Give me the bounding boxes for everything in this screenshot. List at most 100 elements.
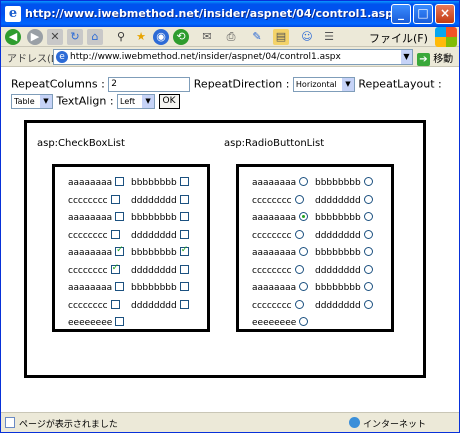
title-bar[interactable]: e http://www.iwebmethod.net/insider/aspn… [1, 1, 459, 27]
checkboxlist-item[interactable]: aaaaaaaa [68, 245, 125, 258]
go-button[interactable]: ➔ 移動 [417, 50, 453, 66]
checkbox[interactable] [179, 299, 189, 309]
discuss-icon[interactable]: ▤ [273, 29, 289, 45]
radio-button[interactable] [363, 229, 373, 239]
radio-button[interactable] [363, 247, 373, 256]
radio-button[interactable] [294, 299, 304, 309]
refresh-icon[interactable]: ↻ [67, 29, 83, 45]
radio-button[interactable] [294, 229, 304, 239]
radiolist-item[interactable]: aaaaaaaa [252, 247, 309, 258]
checkbox[interactable] [115, 212, 125, 221]
back-icon[interactable]: ◀ [5, 29, 21, 45]
checkboxlist-item[interactable]: bbbbbbbb [131, 177, 189, 188]
radio-button[interactable] [363, 194, 373, 204]
ok-button[interactable]: OK [158, 94, 180, 109]
checkboxlist-item[interactable]: aaaaaaaa [68, 282, 125, 293]
radio-button[interactable] [294, 264, 304, 274]
checkboxlist-item-label: cccccccc [68, 195, 108, 206]
favorites-icon[interactable]: ★ [133, 29, 149, 45]
checkbox[interactable] [179, 245, 189, 256]
checkbox[interactable] [110, 194, 120, 204]
messenger-icon[interactable]: ☺ [299, 29, 315, 45]
checkbox[interactable] [115, 282, 125, 291]
checkboxlist-item[interactable]: dddddddd [131, 194, 189, 206]
radio-button[interactable] [363, 264, 373, 274]
checkboxlist-item[interactable]: dddddddd [131, 299, 189, 311]
checkbox[interactable] [115, 317, 125, 326]
checkboxlist-item[interactable]: cccccccc [68, 194, 120, 206]
minimize-button[interactable]: _ [391, 4, 411, 24]
research-icon[interactable]: ☰ [321, 29, 337, 45]
address-input[interactable]: e http://www.iwebmethod.net/insider/aspn… [53, 49, 413, 65]
radio-button[interactable] [299, 282, 309, 291]
radiolist-item[interactable]: cccccccc [252, 229, 304, 241]
radiolist-item[interactable]: bbbbbbbb [315, 177, 373, 188]
edit-icon[interactable]: ✎ [249, 29, 265, 45]
checkboxlist-item[interactable]: bbbbbbbb [131, 282, 189, 293]
checkbox[interactable] [179, 212, 189, 221]
checkboxlist-item[interactable]: cccccccc [68, 229, 120, 241]
radio-button[interactable] [299, 317, 309, 326]
radiolist-item[interactable]: bbbbbbbb [315, 247, 373, 258]
radio-button[interactable] [299, 247, 309, 256]
radiolist-item[interactable]: bbbbbbbb [315, 282, 373, 293]
repeat-columns-input[interactable]: 2 [108, 77, 191, 92]
text-align-select[interactable]: Left ▼ [117, 94, 156, 109]
address-dropdown-icon[interactable]: ▼ [401, 50, 412, 64]
radio-button[interactable] [294, 194, 304, 204]
checkbox[interactable] [115, 245, 125, 256]
checkboxlist-item[interactable]: eeeeeeee [68, 317, 125, 328]
forward-icon[interactable]: ▶ [27, 29, 43, 45]
checkboxlist-item[interactable]: bbbbbbbb [131, 245, 189, 258]
mail-icon[interactable]: ✉ [199, 29, 215, 45]
radiolist-item[interactable]: dddddddd [315, 229, 373, 241]
radiolist-item[interactable]: aaaaaaaa [252, 177, 309, 188]
radiolist-item[interactable]: aaaaaaaa [252, 282, 309, 293]
radio-button[interactable] [363, 299, 373, 309]
home-icon[interactable]: ⌂ [87, 29, 103, 45]
checkboxlist-item[interactable]: dddddddd [131, 229, 189, 241]
checkbox[interactable] [179, 264, 189, 274]
radiolist-item[interactable]: cccccccc [252, 194, 304, 206]
checkboxlist-item-label: eeeeeeee [68, 318, 113, 328]
radiolist-item[interactable]: cccccccc [252, 299, 304, 311]
checkboxlist-item[interactable]: bbbbbbbb [131, 212, 189, 223]
radio-button[interactable] [363, 282, 373, 291]
checkboxlist-item[interactable]: cccccccc [68, 263, 120, 276]
close-button[interactable]: × [435, 4, 455, 24]
checkboxlist-item-label: dddddddd [131, 265, 177, 276]
checkboxlist-item[interactable]: aaaaaaaa [68, 212, 125, 223]
checkboxlist-item-label: dddddddd [131, 300, 177, 311]
checkbox[interactable] [179, 177, 189, 186]
menu-file[interactable]: ファイル(F) [369, 30, 428, 46]
radiolist-item[interactable]: bbbbbbbb [315, 212, 373, 223]
checkbox[interactable] [110, 229, 120, 239]
print-icon[interactable]: ⎙ [223, 29, 239, 45]
checkbox[interactable] [179, 282, 189, 291]
checkbox[interactable] [110, 299, 120, 309]
checkbox[interactable] [110, 263, 120, 274]
radiolist-item[interactable]: eeeeeeee [252, 317, 309, 328]
checkbox[interactable] [115, 177, 125, 186]
search-icon[interactable]: ⚲ [113, 29, 129, 45]
radio-button[interactable] [363, 212, 373, 221]
checkboxlist-item[interactable]: dddddddd [131, 264, 189, 276]
radiolist-item[interactable]: cccccccc [252, 264, 304, 276]
repeat-layout-select[interactable]: Table ▼ [11, 94, 53, 109]
radio-button[interactable] [363, 177, 373, 186]
radio-button[interactable] [299, 212, 309, 221]
radio-button[interactable] [299, 177, 309, 186]
stop-icon[interactable]: ✕ [47, 29, 63, 45]
maximize-button[interactable]: □ [413, 4, 433, 24]
checkbox[interactable] [179, 194, 189, 204]
radiolist-item[interactable]: dddddddd [315, 194, 373, 206]
checkbox[interactable] [179, 229, 189, 239]
radiolist-item[interactable]: dddddddd [315, 264, 373, 276]
radiolist-item[interactable]: aaaaaaaa [252, 212, 309, 223]
checkboxlist-item[interactable]: aaaaaaaa [68, 177, 125, 188]
radiolist-item[interactable]: dddddddd [315, 299, 373, 311]
checkboxlist-item[interactable]: cccccccc [68, 299, 120, 311]
media-icon[interactable]: ◉ [153, 29, 169, 45]
history-icon[interactable]: ⟲ [173, 29, 189, 45]
repeat-direction-select[interactable]: Horizontal ▼ [292, 77, 355, 92]
